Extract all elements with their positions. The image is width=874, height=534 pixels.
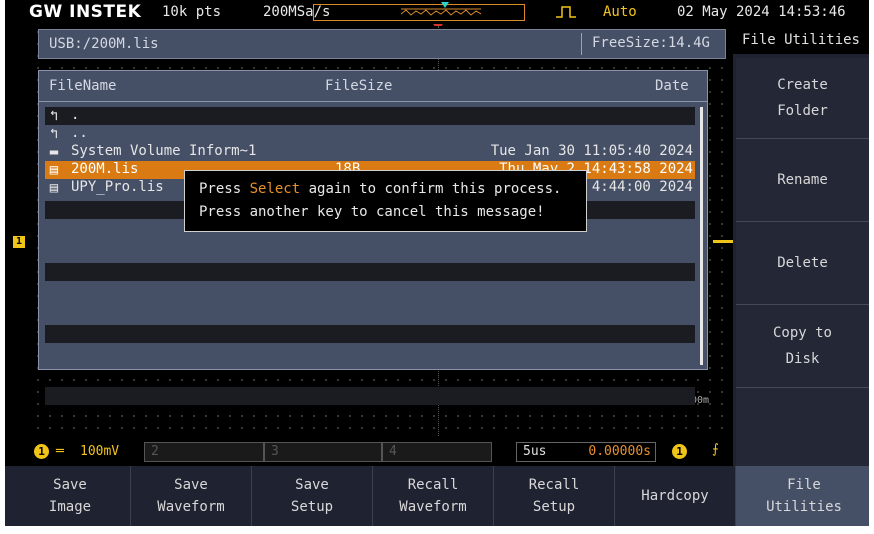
empty-row bbox=[45, 294, 695, 312]
side-menu-title: File Utilities bbox=[733, 26, 869, 54]
create-folder-button[interactable]: Create Folder bbox=[736, 58, 869, 139]
bottom-menu-button-5[interactable]: Hardcopy bbox=[615, 466, 736, 526]
ch1-scale: 100mV bbox=[80, 444, 120, 459]
delete-button[interactable]: Delete bbox=[736, 222, 869, 305]
file-icon: ▤ bbox=[49, 180, 59, 196]
copy-to-disk-button[interactable]: Copy to Disk bbox=[736, 305, 869, 388]
dialog-line-2: Press another key to cancel this message… bbox=[199, 204, 545, 220]
current-path: USB:/200M.lis bbox=[49, 36, 159, 52]
channel-status-bar: 1 ═ 100mV 2 3 4 5us 0.00000s 1 ⨍ bbox=[32, 440, 732, 464]
dc-coupling-icon: ═ bbox=[56, 444, 64, 459]
top-status-bar: GW INSTEK 10k pts 200MSa/s Auto 02 May 2… bbox=[5, 0, 869, 26]
file-name: .. bbox=[71, 125, 88, 141]
file-list-scrollbar[interactable] bbox=[700, 107, 703, 365]
bottom-menu-button-1[interactable]: Save Waveform bbox=[131, 466, 252, 526]
header-filesize: FileSize bbox=[325, 78, 393, 94]
timebase: 5us bbox=[523, 444, 547, 459]
timebase-chip[interactable]: 5us 0.00000s bbox=[516, 442, 656, 462]
up-icon: ↰ bbox=[49, 108, 59, 124]
up-icon: ↰ bbox=[49, 126, 59, 142]
rename-button[interactable]: Rename bbox=[736, 139, 869, 222]
bottom-menu-button-3[interactable]: Recall Waveform bbox=[373, 466, 494, 526]
dialog-line-1: Press Select again to confirm this proce… bbox=[199, 181, 562, 197]
ch2-number: 2 bbox=[151, 444, 159, 459]
brand-logo: GW INSTEK bbox=[29, 2, 142, 22]
ch1-trace bbox=[713, 240, 733, 243]
bottom-menu: Save Image Save Waveform Save Setup Recall … bbox=[5, 466, 869, 526]
file-name: UPY_Pro.lis bbox=[71, 179, 164, 195]
folder-icon: ▬ bbox=[49, 144, 59, 160]
file-date: 4:44:00 2024 bbox=[591, 179, 693, 195]
empty-row bbox=[45, 263, 695, 281]
empty-row bbox=[45, 418, 695, 436]
ch1-ground-marker: 1 bbox=[13, 236, 25, 248]
file-icon: ▤ bbox=[49, 162, 59, 178]
empty-row bbox=[45, 232, 695, 250]
file-name: 200M.lis bbox=[71, 161, 139, 177]
empty-row bbox=[45, 356, 695, 374]
bottom-menu-button-4[interactable]: Recall Setup bbox=[494, 466, 615, 526]
file-name: . bbox=[71, 107, 80, 123]
ch4-number: 4 bbox=[389, 444, 397, 459]
confirm-dialog: Press Select again to confirm this proce… bbox=[184, 170, 587, 232]
ch2-chip[interactable]: 2 bbox=[144, 442, 264, 462]
rising-edge-icon: ⨍ bbox=[712, 442, 719, 457]
trigger-mode: Auto bbox=[603, 4, 637, 20]
empty-row bbox=[45, 325, 695, 343]
side-empty-button[interactable] bbox=[736, 388, 869, 466]
memory-bar bbox=[313, 2, 525, 21]
empty-row bbox=[45, 387, 695, 405]
file-date: Tue Jan 30 11:05:40 2024 bbox=[490, 143, 693, 159]
bottom-menu-button-2[interactable]: Save Setup bbox=[252, 466, 373, 526]
ch3-chip[interactable]: 3 bbox=[264, 442, 382, 462]
file-row[interactable]: ↰.. bbox=[45, 125, 695, 143]
datetime: 02 May 2024 14:53:46 bbox=[677, 4, 846, 20]
oscilloscope-screen: GW INSTEK 10k pts 200MSa/s Auto 02 May 2… bbox=[5, 0, 869, 526]
trigger-edge-icon bbox=[556, 6, 576, 18]
file-rows: ↰. ↰.. ▬ System Volume Inform~1 Tue Jan 30 1… bbox=[45, 107, 695, 436]
file-row[interactable]: ↰. bbox=[45, 107, 695, 125]
select-key-highlight: Select bbox=[249, 181, 301, 197]
waveform-preview-icon bbox=[401, 8, 481, 16]
bottom-menu-button-6[interactable]: File Utilities bbox=[736, 466, 869, 526]
ch3-number: 3 bbox=[271, 444, 279, 459]
path-bar: USB:/200M.lis FreeSize:14.4G bbox=[38, 29, 726, 59]
header-date: Date bbox=[655, 78, 689, 94]
trigger-source-badge[interactable]: 1 bbox=[672, 444, 687, 459]
record-length: 10k pts bbox=[162, 4, 222, 20]
ch1-badge[interactable]: 1 bbox=[34, 444, 49, 459]
header-filename: FileName bbox=[49, 78, 117, 94]
horizontal-position: 0.00000s bbox=[588, 444, 651, 459]
ch4-chip[interactable]: 4 bbox=[382, 442, 492, 462]
file-name: System Volume Inform~1 bbox=[71, 143, 257, 159]
file-row[interactable]: ▬ System Volume Inform~1 Tue Jan 30 11:05:… bbox=[45, 143, 695, 161]
file-list-header: FileName FileSize Date bbox=[39, 71, 707, 102]
free-size: FreeSize:14.4G bbox=[580, 33, 720, 55]
bottom-menu-button-0[interactable]: Save Image bbox=[10, 466, 131, 526]
